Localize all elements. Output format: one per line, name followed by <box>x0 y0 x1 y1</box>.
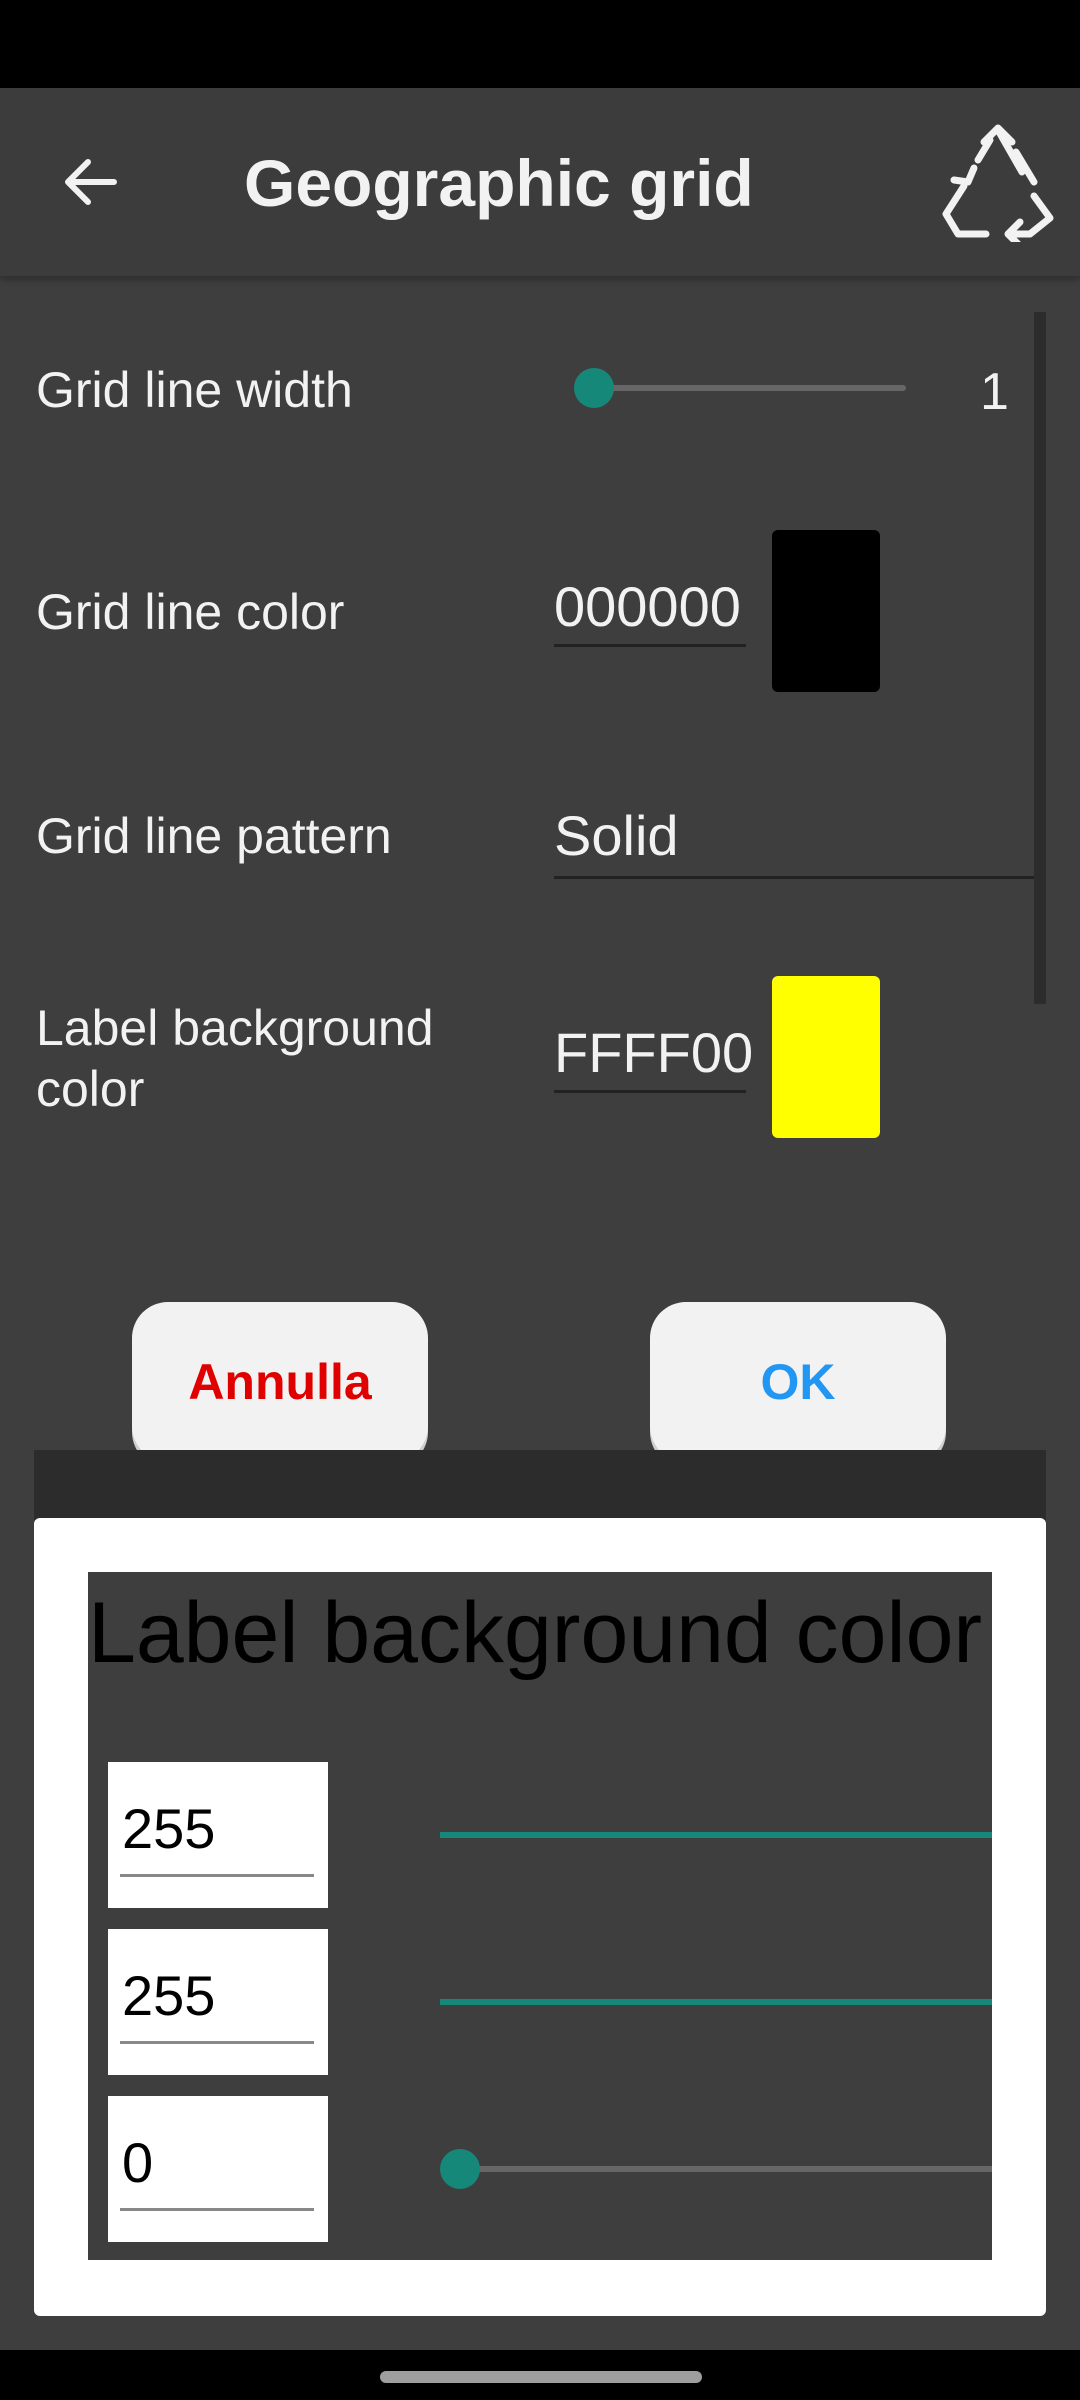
arrow-left-icon <box>65 159 117 205</box>
status-bar <box>0 0 1080 88</box>
color-picker-panel: Label background color 255 255 0 <box>88 1572 992 2260</box>
blue-value: 0 <box>122 2131 154 2194</box>
grid-line-pattern-label: Grid line pattern <box>36 808 392 864</box>
grid-line-width-slider-thumb[interactable] <box>574 368 614 408</box>
red-input-underline <box>120 1874 314 1877</box>
grid-line-color-label: Grid line color <box>36 584 345 640</box>
ok-button[interactable]: OK <box>650 1302 946 1462</box>
scrollbar[interactable] <box>1034 312 1046 1004</box>
recycle-icon <box>942 124 1054 250</box>
dialog-title: Label background color <box>88 1585 983 1681</box>
cancel-button[interactable]: Annulla <box>132 1302 428 1462</box>
blue-slider-thumb[interactable] <box>440 2149 480 2189</box>
grid-line-width-slider[interactable] <box>594 385 906 391</box>
red-value: 255 <box>122 1797 216 1860</box>
home-indicator[interactable] <box>380 2371 702 2383</box>
label-background-color-hex-input[interactable]: FFFF00 <box>554 1016 753 1093</box>
green-input-underline <box>120 2041 314 2044</box>
grid-line-color-swatch[interactable] <box>772 530 880 692</box>
blue-input-underline <box>120 2208 314 2211</box>
grid-line-width-value: 1 <box>980 363 1009 421</box>
label-background-color-swatch[interactable] <box>772 976 880 1138</box>
blue-slider[interactable] <box>460 2166 992 2172</box>
green-value-input[interactable]: 255 <box>108 1929 328 2075</box>
grid-line-color-hex-input[interactable]: 000000 <box>554 570 746 647</box>
label-background-color-label: Label background color <box>36 1000 434 1117</box>
grid-line-pattern-select[interactable]: Solid <box>554 800 1034 879</box>
red-slider[interactable] <box>440 1832 992 1838</box>
green-slider[interactable] <box>440 1999 992 2005</box>
back-button[interactable] <box>42 144 138 220</box>
page-title: Geographic grid <box>244 146 754 220</box>
red-value-input[interactable]: 255 <box>108 1762 328 1908</box>
dialog-backdrop-strip <box>34 1450 1046 1520</box>
green-value: 255 <box>122 1964 216 2027</box>
color-picker-dialog: Label background color 255 255 0 <box>34 1518 1046 2316</box>
grid-line-width-label: Grid line width <box>36 362 353 418</box>
app-bar: Geographic grid <box>0 88 1080 276</box>
reset-button[interactable] <box>938 122 1058 250</box>
blue-value-input[interactable]: 0 <box>108 2096 328 2242</box>
